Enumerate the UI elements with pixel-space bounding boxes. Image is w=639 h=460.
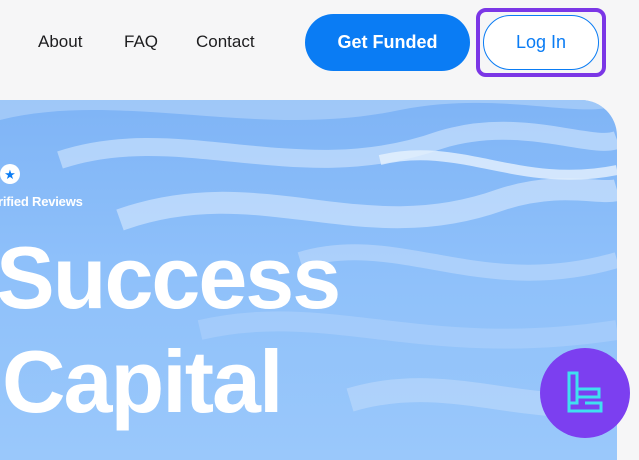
top-navigation: About FAQ Contact Get Funded Log In [0, 0, 639, 88]
hero-headline-line1: Success [0, 228, 341, 327]
star-icon: ★ [4, 166, 16, 182]
nav-link-contact[interactable]: Contact [196, 31, 255, 53]
logo-mark-icon [567, 371, 603, 413]
hero-banner: ★ erified Reviews Success Capital [0, 100, 617, 460]
verified-reviews-label: erified Reviews [0, 194, 83, 209]
tradingfinder-logo-icon[interactable] [540, 348, 630, 438]
star-badge: ★ [0, 164, 20, 184]
nav-link-faq[interactable]: FAQ [124, 31, 158, 53]
get-funded-button[interactable]: Get Funded [305, 14, 470, 71]
nav-link-about[interactable]: About [38, 31, 82, 53]
login-button[interactable]: Log In [483, 15, 599, 70]
hero-headline-line2: Capital [2, 332, 283, 431]
